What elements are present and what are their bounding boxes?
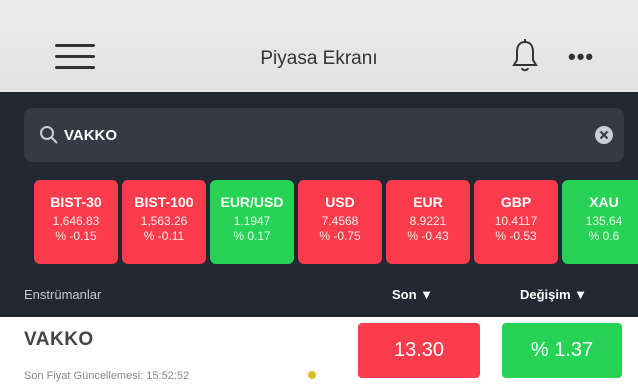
column-header-last-sort[interactable]: Son ▼ [392,287,433,302]
tile-symbol: XAU [589,194,619,210]
tile-price: 7.4568 [321,214,359,228]
last-update-text: Son Fiyat Güncellemesi: 15:52:52 [24,370,190,382]
search-input[interactable] [64,118,584,152]
clear-icon[interactable] [594,125,614,145]
tile-gbp[interactable]: GBP 10.4117 % -0.53 [474,180,558,264]
app-frame: Piyasa Ekranı ••• BIST-30 1,646.83 % -0.… [0,0,638,389]
column-header-change-sort[interactable]: Değişim ▼ [520,287,587,302]
tile-price: 8.9221 [409,214,447,228]
change-box[interactable]: % 1.37 [502,323,622,378]
tile-change: % -0.75 [319,229,361,243]
tile-price: 10.4117 [494,214,538,228]
tile-bist-30[interactable]: BIST-30 1,646.83 % -0.15 [34,180,118,264]
tile-change: % -0.43 [407,229,449,243]
page-title: Piyasa Ekranı [260,48,378,69]
instrument-name: VAKKO [24,329,94,350]
tile-symbol: EUR/USD [220,194,284,210]
tile-symbol: EUR [413,194,443,210]
bell-icon[interactable] [510,38,540,74]
tile-bist-100[interactable]: BIST-100 1,563.26 % -0.11 [122,180,206,264]
tile-eur[interactable]: EUR 8.9221 % -0.43 [386,180,470,264]
tile-eur-usd[interactable]: EUR/USD 1.1947 % 0.17 [210,180,294,264]
tile-symbol: GBP [500,194,532,210]
tile-change: % -0.53 [495,229,537,243]
tile-change: % -0.15 [55,229,97,243]
tile-xau[interactable]: XAU 135.64 % 0.6 [562,180,638,264]
top-bar: Piyasa Ekranı ••• [0,0,638,92]
tile-symbol: BIST-30 [50,194,102,210]
search-icon [40,126,58,144]
last-price-box[interactable]: 13.30 [358,323,480,378]
tile-symbol: BIST-100 [134,194,194,210]
tile-change: % -0.11 [143,229,185,243]
search-bar[interactable] [24,108,624,162]
column-header-instruments: Enstrümanlar [24,287,102,302]
market-tiles: BIST-30 1,646.83 % -0.15 BIST-100 1,563.… [34,180,638,264]
tile-price: 1,563.26 [140,214,188,228]
tile-price: 135.64 [585,214,623,228]
tile-price: 1.1947 [233,214,271,228]
tile-usd[interactable]: USD 7.4568 % -0.75 [298,180,382,264]
tile-price: 1,646.83 [52,214,100,228]
more-icon[interactable]: ••• [568,44,594,70]
tile-change: % 0.17 [233,229,271,243]
tile-change: % 0.6 [588,229,620,243]
tile-symbol: USD [325,194,355,210]
status-dot [308,371,316,379]
